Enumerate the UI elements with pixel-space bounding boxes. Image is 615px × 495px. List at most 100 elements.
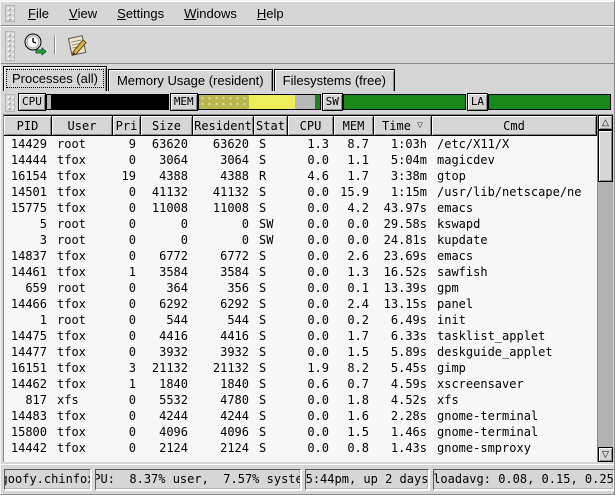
- cell-user: root: [52, 232, 113, 248]
- cell-stat: S: [254, 200, 288, 216]
- column-header-cpu[interactable]: CPU: [288, 115, 334, 136]
- toolbar-grip-handle[interactable]: [5, 31, 15, 61]
- cell-mem: 8.7: [334, 136, 374, 152]
- column-header-resident[interactable]: Resident: [193, 115, 254, 136]
- menu-windows[interactable]: Windows: [174, 3, 247, 24]
- tab-processes-all[interactable]: Processes (all): [3, 66, 107, 91]
- cell-cpu: 0.0: [288, 264, 334, 280]
- meter-segment: [199, 95, 250, 109]
- cell-cpu: 1.9: [288, 360, 334, 376]
- column-header-mem[interactable]: MEM: [334, 115, 374, 136]
- process-row[interactable]: 14442tfox021242124S0.00.81.43sgnome-smpr…: [4, 440, 597, 456]
- process-row[interactable]: 14837tfox067726772S0.02.623.69semacs: [4, 248, 597, 264]
- process-row[interactable]: 817xfs055324780S0.01.84.52sxfs: [4, 392, 597, 408]
- menu-file[interactable]: File: [18, 3, 59, 24]
- column-header-pri[interactable]: Pri: [113, 115, 141, 136]
- scroll-down-button[interactable]: ▽: [598, 447, 613, 462]
- cell-time: 1.43s: [374, 440, 432, 456]
- process-row[interactable]: 5root000SW0.00.029.58skswapd: [4, 216, 597, 232]
- cell-resident: 4244: [193, 408, 254, 424]
- column-header-user[interactable]: User: [52, 115, 113, 136]
- cell-time: 1:15m: [374, 184, 432, 200]
- cell-pid: 14429: [4, 136, 52, 152]
- cell-time: 43.97s: [374, 200, 432, 216]
- cell-pid: 1: [4, 312, 52, 328]
- cell-stat: S: [254, 376, 288, 392]
- cell-cmd: sawfish: [432, 264, 597, 280]
- memo-edit-icon[interactable]: [60, 29, 94, 61]
- column-header-time[interactable]: Time▽: [374, 115, 432, 136]
- vertical-scrollbar[interactable]: △ ▽: [597, 115, 613, 462]
- cell-resident: 356: [193, 280, 254, 296]
- cell-resident: 4388: [193, 168, 254, 184]
- process-row[interactable]: 16151tfox32113221132S1.98.25.45sgimp: [4, 360, 597, 376]
- cell-user: tfox: [52, 184, 113, 200]
- process-row[interactable]: 14477tfox039323932S0.01.55.89sdeskguide_…: [4, 344, 597, 360]
- cell-pid: 14442: [4, 440, 52, 456]
- scroll-up-button[interactable]: △: [598, 115, 613, 130]
- process-row[interactable]: 14475tfox044164416S0.01.76.33stasklist_a…: [4, 328, 597, 344]
- cell-pri: 0: [113, 328, 141, 344]
- menu-help[interactable]: Help: [247, 3, 294, 24]
- process-row[interactable]: 15800tfox040964096S0.01.51.46sgnome-term…: [4, 424, 597, 440]
- process-row[interactable]: 14462tfox118401840S0.60.74.59sxscreensav…: [4, 376, 597, 392]
- column-header-pid[interactable]: PID: [4, 115, 52, 136]
- cell-size: 41132: [141, 184, 193, 200]
- cell-mem: 1.6: [334, 408, 374, 424]
- menu-view[interactable]: View: [59, 3, 107, 24]
- cell-size: 4244: [141, 408, 193, 424]
- sw-meter-label: SW: [322, 93, 343, 111]
- cell-cmd: emacs: [432, 248, 597, 264]
- cell-mem: 1.5: [334, 344, 374, 360]
- column-header-size[interactable]: Size: [141, 115, 193, 136]
- menu-settings[interactable]: Settings: [107, 3, 174, 24]
- scrollbar-thumb[interactable]: [598, 130, 613, 182]
- cell-pid: 14483: [4, 408, 52, 424]
- process-row[interactable]: 14461tfox135843584S0.01.316.52ssawfish: [4, 264, 597, 280]
- cell-size: 4416: [141, 328, 193, 344]
- process-row[interactable]: 1root0544544S0.00.26.49sinit: [4, 312, 597, 328]
- column-header-cmd[interactable]: Cmd: [432, 115, 597, 136]
- cell-time: 6.49s: [374, 312, 432, 328]
- column-header-stat[interactable]: Stat: [254, 115, 288, 136]
- cell-pid: 14837: [4, 248, 52, 264]
- process-row[interactable]: 659root0364356S0.00.113.39sgpm: [4, 280, 597, 296]
- cell-pri: 0: [113, 392, 141, 408]
- cpu-meter-bar: [46, 94, 169, 110]
- process-row[interactable]: 3root000SW0.00.024.81skupdate: [4, 232, 597, 248]
- cell-resident: 3064: [193, 152, 254, 168]
- cell-size: 1840: [141, 376, 193, 392]
- cell-size: 3932: [141, 344, 193, 360]
- cell-resident: 3584: [193, 264, 254, 280]
- cell-cpu: 0.0: [288, 328, 334, 344]
- clock-run-icon[interactable]: [18, 29, 52, 61]
- cell-cmd: deskguide_applet: [432, 344, 597, 360]
- tab-filesystems-free[interactable]: Filesystems (free): [274, 69, 395, 91]
- cell-cpu: 0.0: [288, 184, 334, 200]
- process-row[interactable]: 14483tfox042444244S0.01.62.28sgnome-term…: [4, 408, 597, 424]
- cell-stat: S: [254, 360, 288, 376]
- cell-resident: 1840: [193, 376, 254, 392]
- mem-meter-bar: [198, 94, 321, 110]
- menubar-grip-handle[interactable]: [5, 5, 15, 22]
- cell-user: root: [52, 312, 113, 328]
- cell-mem: 2.6: [334, 248, 374, 264]
- process-row[interactable]: 14429root96362063620S1.38.71:03h/etc/X11…: [4, 136, 597, 152]
- status-panel-0: goofy.chinfox: [4, 469, 91, 490]
- cell-user: xfs: [52, 392, 113, 408]
- tab-memory-usage-resident[interactable]: Memory Usage (resident): [108, 69, 273, 91]
- cell-resident: 0: [193, 216, 254, 232]
- cell-cpu: 0.0: [288, 248, 334, 264]
- cpu-meter-label: CPU: [18, 93, 46, 111]
- process-row[interactable]: 14501tfox04113241132S0.015.91:15m/usr/li…: [4, 184, 597, 200]
- process-row[interactable]: 14466tfox062926292S0.02.413.15spanel: [4, 296, 597, 312]
- menu-bar-items: FileViewSettingsWindowsHelp: [18, 3, 294, 24]
- cell-time: 29.58s: [374, 216, 432, 232]
- cell-stat: S: [254, 296, 288, 312]
- cell-cpu: 0.0: [288, 280, 334, 296]
- scrollbar-trough[interactable]: [598, 182, 613, 447]
- process-row[interactable]: 15775tfox01100811008S0.04.243.97semacs: [4, 200, 597, 216]
- process-row[interactable]: 16154tfox1943884388R4.61.73:38mgtop: [4, 168, 597, 184]
- meters-grip-handle[interactable]: [5, 94, 15, 112]
- process-row[interactable]: 14444tfox030643064S0.01.15:04mmagicdev: [4, 152, 597, 168]
